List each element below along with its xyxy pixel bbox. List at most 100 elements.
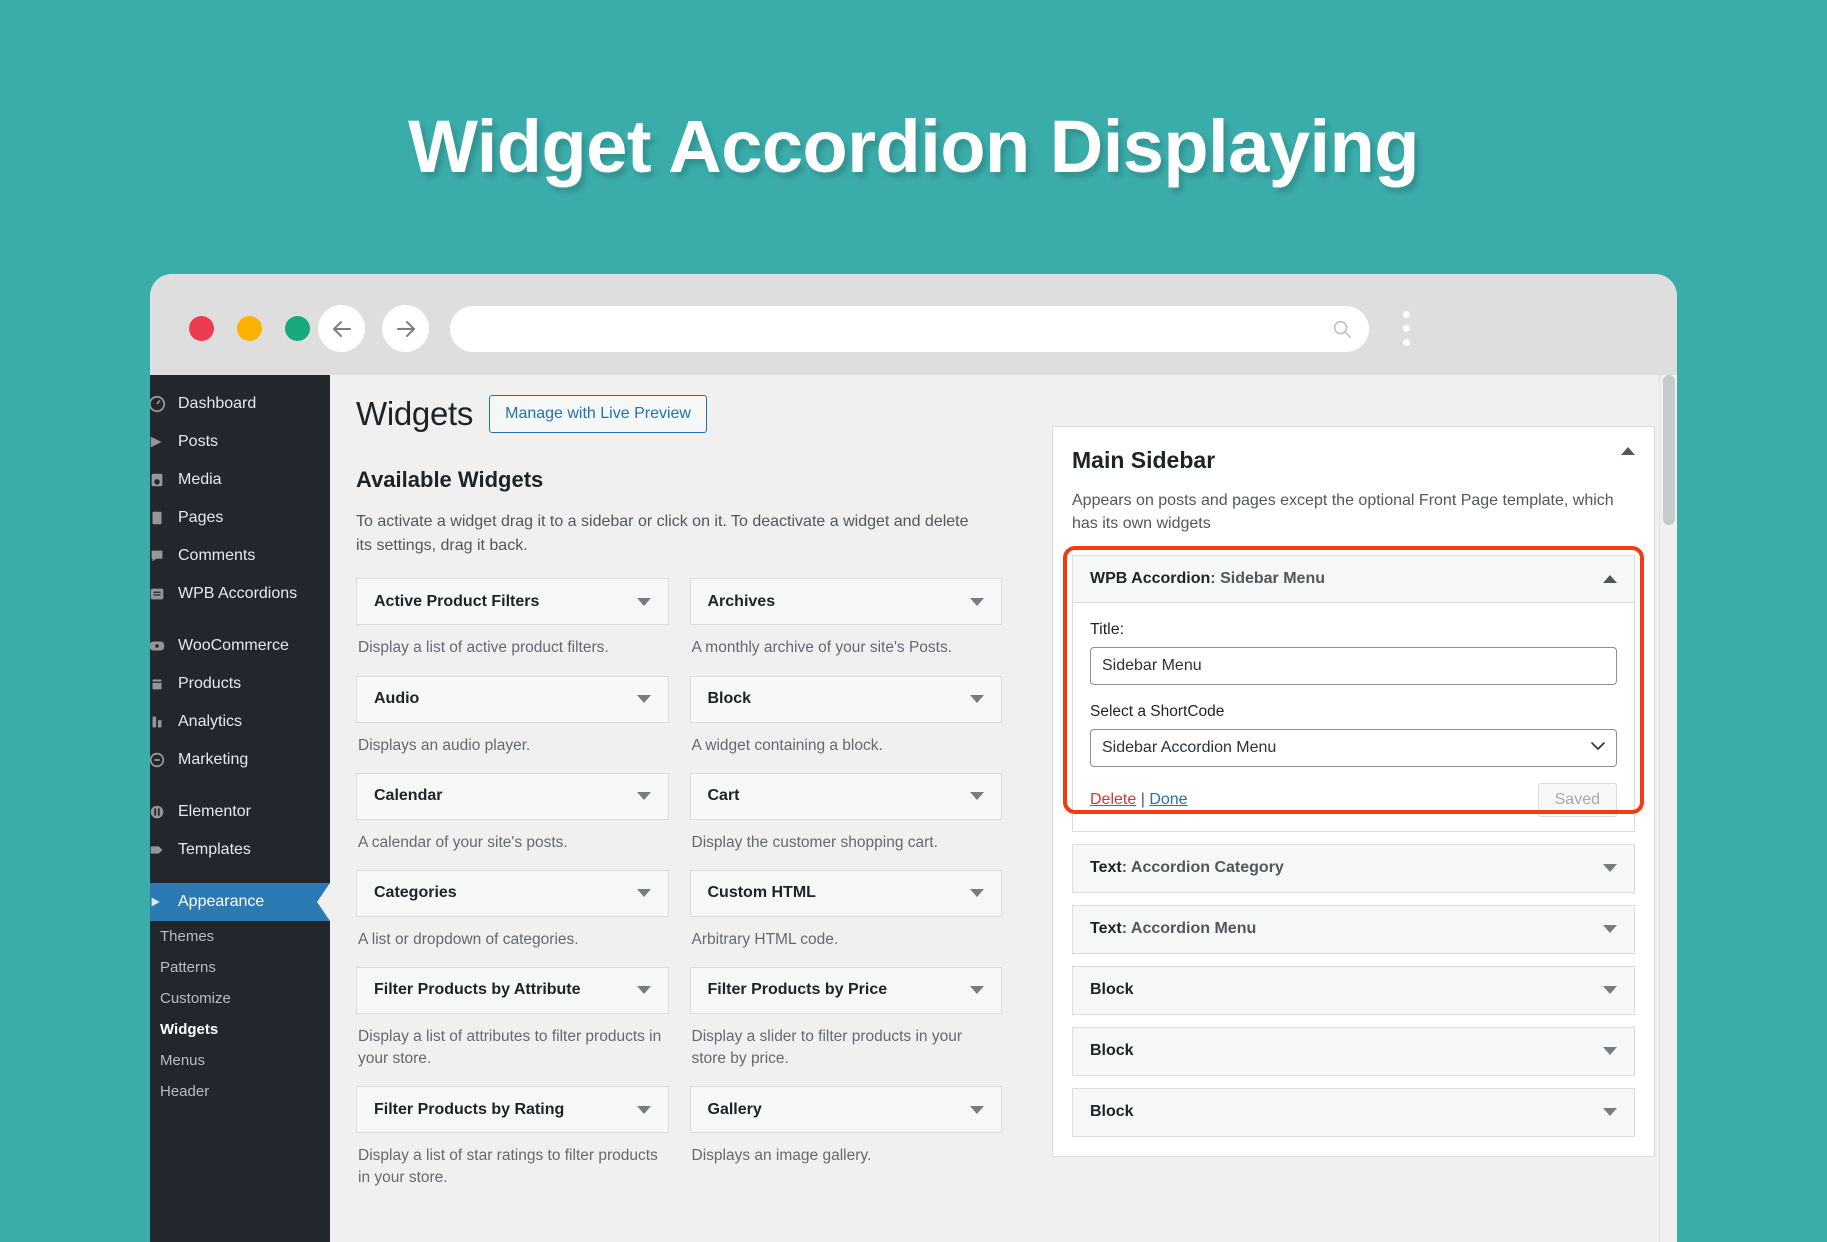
widget-instance-label: Accordion Category: [1130, 859, 1284, 877]
main-sidebar-header[interactable]: Main Sidebar: [1072, 447, 1635, 474]
sidebar-subitem-menus[interactable]: Menus: [150, 1045, 330, 1076]
widget-description: A list or dropdown of categories.: [358, 930, 579, 948]
sidebar-item-templates[interactable]: Templates: [150, 831, 330, 869]
dashboard-icon: [150, 393, 168, 415]
widget-name: Block: [707, 690, 752, 707]
url-input[interactable]: [466, 320, 1331, 338]
sidebar-item-appearance[interactable]: Appearance: [150, 883, 330, 921]
sidebar-item-posts[interactable]: Posts: [150, 423, 330, 461]
main-sidebar-panel: Main Sidebar Appears on posts and pages …: [1052, 426, 1655, 1157]
browser-window: Dashboard Posts Media Pages Comments WPB…: [150, 274, 1677, 1242]
sidebar-divider-3: [150, 869, 330, 883]
wpb-accordion-widget-header[interactable]: WPB Accordion: Sidebar Menu: [1073, 555, 1634, 603]
widget-toggle-block[interactable]: Block: [689, 675, 1002, 723]
maximize-window-button[interactable]: [285, 316, 310, 341]
sidebar-item-pages[interactable]: Pages: [150, 499, 330, 537]
widget-separator: :: [1121, 920, 1131, 938]
sidebar-label: Media: [178, 471, 222, 488]
chevron-down-icon[interactable]: [1603, 864, 1617, 873]
sidebar-subitem-widgets[interactable]: Widgets: [150, 1014, 330, 1045]
close-window-button[interactable]: [189, 316, 214, 341]
available-widgets-grid: Active Product Filters Display a list of…: [356, 578, 1002, 1205]
widget-name: Active Product Filters: [374, 592, 540, 610]
widget-toggle-filter-products-by-attribute[interactable]: Filter Products by Attribute: [356, 966, 669, 1014]
sidebar-label: Marketing: [178, 751, 249, 768]
done-link[interactable]: Done: [1149, 791, 1187, 808]
widget-description: Displays an image gallery.: [691, 1147, 872, 1165]
main-sidebar-title: Main Sidebar: [1072, 447, 1216, 473]
sidebar-item-woocommerce[interactable]: WooCommerce: [150, 627, 330, 665]
browser-forward-button[interactable]: [382, 305, 429, 352]
chevron-up-icon[interactable]: [1621, 447, 1635, 455]
sidebar-item-dashboard[interactable]: Dashboard: [150, 385, 330, 423]
widget-toggle-custom-html[interactable]: Custom HTML: [689, 869, 1002, 917]
browser-menu-button[interactable]: [1403, 311, 1410, 346]
title-input[interactable]: [1090, 646, 1617, 685]
browser-address-bar[interactable]: [450, 306, 1369, 352]
browser-back-button[interactable]: [318, 305, 365, 352]
delete-link[interactable]: Delete: [1090, 791, 1136, 808]
widget-type-label: WPB Accordion: [1090, 569, 1211, 587]
widget-toggle-audio[interactable]: Audio: [356, 675, 669, 723]
widget-row-block-2[interactable]: Block: [1072, 1026, 1635, 1076]
sidebar-item-analytics[interactable]: Analytics: [150, 703, 330, 741]
widget-row-text-accordion-menu[interactable]: Text: Accordion Menu: [1072, 904, 1635, 954]
analytics-icon: [150, 711, 168, 733]
main-sidebar-description: Appears on posts and pages except the op…: [1072, 492, 1614, 533]
sidebar-label: Products: [178, 675, 242, 692]
chevron-down-icon[interactable]: [1603, 986, 1617, 995]
media-icon: [150, 469, 168, 491]
widget-card: Calendar A calendar of your site's posts…: [356, 772, 669, 861]
accordion-icon: [150, 583, 168, 605]
widget-toggle-cart[interactable]: Cart: [689, 772, 1002, 820]
save-button[interactable]: Saved: [1537, 782, 1617, 817]
admin-sidebar: Dashboard Posts Media Pages Comments WPB…: [150, 375, 330, 1242]
manage-with-live-preview-button[interactable]: Manage with Live Preview: [489, 395, 707, 433]
chevron-down-icon: [970, 1105, 984, 1114]
chevron-down-icon: [636, 986, 651, 995]
widget-toggle-filter-products-by-rating[interactable]: Filter Products by Rating: [356, 1086, 669, 1134]
widget-card: Gallery Displays an image gallery.: [689, 1086, 1002, 1196]
widget-card: Filter Products by Price Display a slide…: [689, 966, 1002, 1077]
widget-type-label: Text: [1090, 920, 1122, 938]
widget-toggle-active-product-filters[interactable]: Active Product Filters: [356, 578, 669, 626]
widget-name: Cart: [707, 787, 740, 805]
widget-row-block-1[interactable]: Block: [1072, 965, 1635, 1015]
wpb-accordion-widget-body: Title: Select a ShortCode Sidebar Accord…: [1073, 603, 1634, 831]
widget-row-text-accordion-category[interactable]: Text: Accordion Category: [1072, 843, 1635, 893]
widget-name: Archives: [707, 592, 776, 610]
widget-row-block-3[interactable]: Block: [1072, 1087, 1635, 1137]
page-header: Widgets Manage with Live Preview: [356, 395, 1002, 433]
chevron-down-icon[interactable]: [1603, 1047, 1617, 1056]
page-title: Widgets: [356, 395, 474, 432]
chevron-down-icon: [636, 792, 651, 801]
sidebar-label: Pages: [178, 509, 224, 526]
widget-description: A widget containing a block.: [691, 736, 883, 754]
widget-name: Filter Products by Attribute: [374, 981, 581, 999]
scrollbar-thumb[interactable]: [1663, 375, 1675, 525]
search-icon[interactable]: [1331, 318, 1353, 340]
widget-name: Custom HTML: [707, 884, 816, 902]
shortcode-select[interactable]: Sidebar Accordion Menu: [1090, 728, 1617, 767]
chevron-down-icon[interactable]: [1603, 1108, 1617, 1117]
minimize-window-button[interactable]: [237, 316, 262, 341]
widget-toggle-filter-products-by-price[interactable]: Filter Products by Price: [689, 966, 1002, 1014]
widget-toggle-calendar[interactable]: Calendar: [356, 772, 669, 820]
chevron-up-icon[interactable]: [1603, 574, 1617, 583]
sidebar-item-media[interactable]: Media: [150, 461, 330, 499]
sidebar-item-comments[interactable]: Comments: [150, 537, 330, 575]
sidebar-item-marketing[interactable]: Marketing: [150, 741, 330, 779]
sidebar-item-wpb-accordions[interactable]: WPB Accordions: [150, 575, 330, 613]
page-scrollbar[interactable]: [1659, 375, 1677, 1242]
widget-toggle-archives[interactable]: Archives: [689, 578, 1002, 626]
widget-toggle-gallery[interactable]: Gallery: [689, 1086, 1002, 1134]
sidebar-subitem-themes[interactable]: Themes: [150, 921, 330, 952]
sidebar-subitem-customize[interactable]: Customize: [150, 983, 330, 1014]
widget-toggle-categories[interactable]: Categories: [356, 869, 669, 917]
sidebar-subitem-patterns[interactable]: Patterns: [150, 952, 330, 983]
sidebar-item-elementor[interactable]: Elementor: [150, 793, 330, 831]
sidebar-subitem-header[interactable]: Header: [150, 1076, 330, 1107]
kebab-dot-1: [1403, 311, 1410, 318]
sidebar-item-products[interactable]: Products: [150, 665, 330, 703]
chevron-down-icon[interactable]: [1603, 925, 1617, 934]
